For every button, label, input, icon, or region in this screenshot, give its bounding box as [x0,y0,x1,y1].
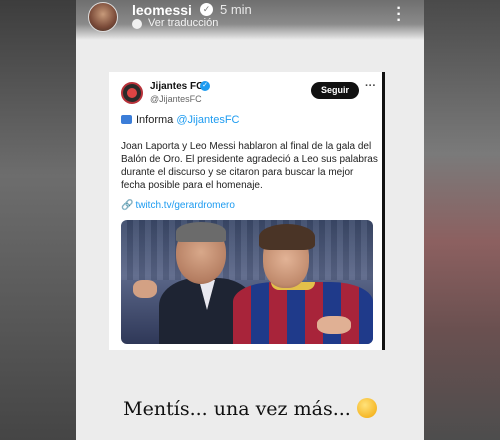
follow-button[interactable]: Seguir [311,82,359,99]
caption-text: Mentís... una vez más... [123,398,351,420]
post-time: 5 min [220,2,252,17]
photo-person-hair [176,222,226,242]
translate-icon [132,19,142,29]
story-header: leomessi ✓ 5 min Ver traducción · · · [76,0,424,40]
mention-link[interactable]: @JijantesFC [176,114,239,126]
story-caption: Mentís... una vez más... [76,398,424,420]
username[interactable]: leomessi [132,2,192,18]
verified-icon: ✓ [200,3,213,16]
photo-hand [133,280,157,298]
tweet-verified-icon: ✓ [200,81,210,91]
tweet-link-text[interactable]: twitch.tv/gerardromero [135,200,234,211]
tweet-text: Joan Laporta y Leo Messi hablaron al fin… [121,141,378,191]
background-right [424,0,500,440]
tweet-card: Jijantes FC ✓ @JijantesFC Seguir ··· Inf… [109,72,385,350]
tweet-info-line: Informa @JijantesFC [121,114,240,126]
info-prefix: Informa [136,114,174,126]
tweet-link[interactable]: 🔗 twitch.tv/gerardromero [121,200,235,211]
photo-player-hair [259,224,315,250]
photo-player-shirt [233,282,373,344]
tweet-author-handle[interactable]: @JijantesFC [150,94,202,104]
link-icon: 🔗 [121,200,134,211]
avatar[interactable] [88,2,118,32]
tv-icon [121,115,132,124]
thinking-face-emoji-icon [356,398,377,418]
photo-crowd [121,220,373,280]
photo-hand-right [317,316,351,334]
background-left [0,0,76,440]
tweet-more-icon[interactable]: ··· [365,80,376,92]
tweet-avatar-logo-icon [127,88,137,98]
story-panel: leomessi ✓ 5 min Ver traducción · · · Jija… [76,0,424,440]
tweet-author-name[interactable]: Jijantes FC [150,81,203,92]
more-vertical-icon[interactable]: · · · [392,1,406,29]
tweet-photo[interactable] [121,220,373,344]
translate-link[interactable]: Ver traducción [148,17,218,29]
